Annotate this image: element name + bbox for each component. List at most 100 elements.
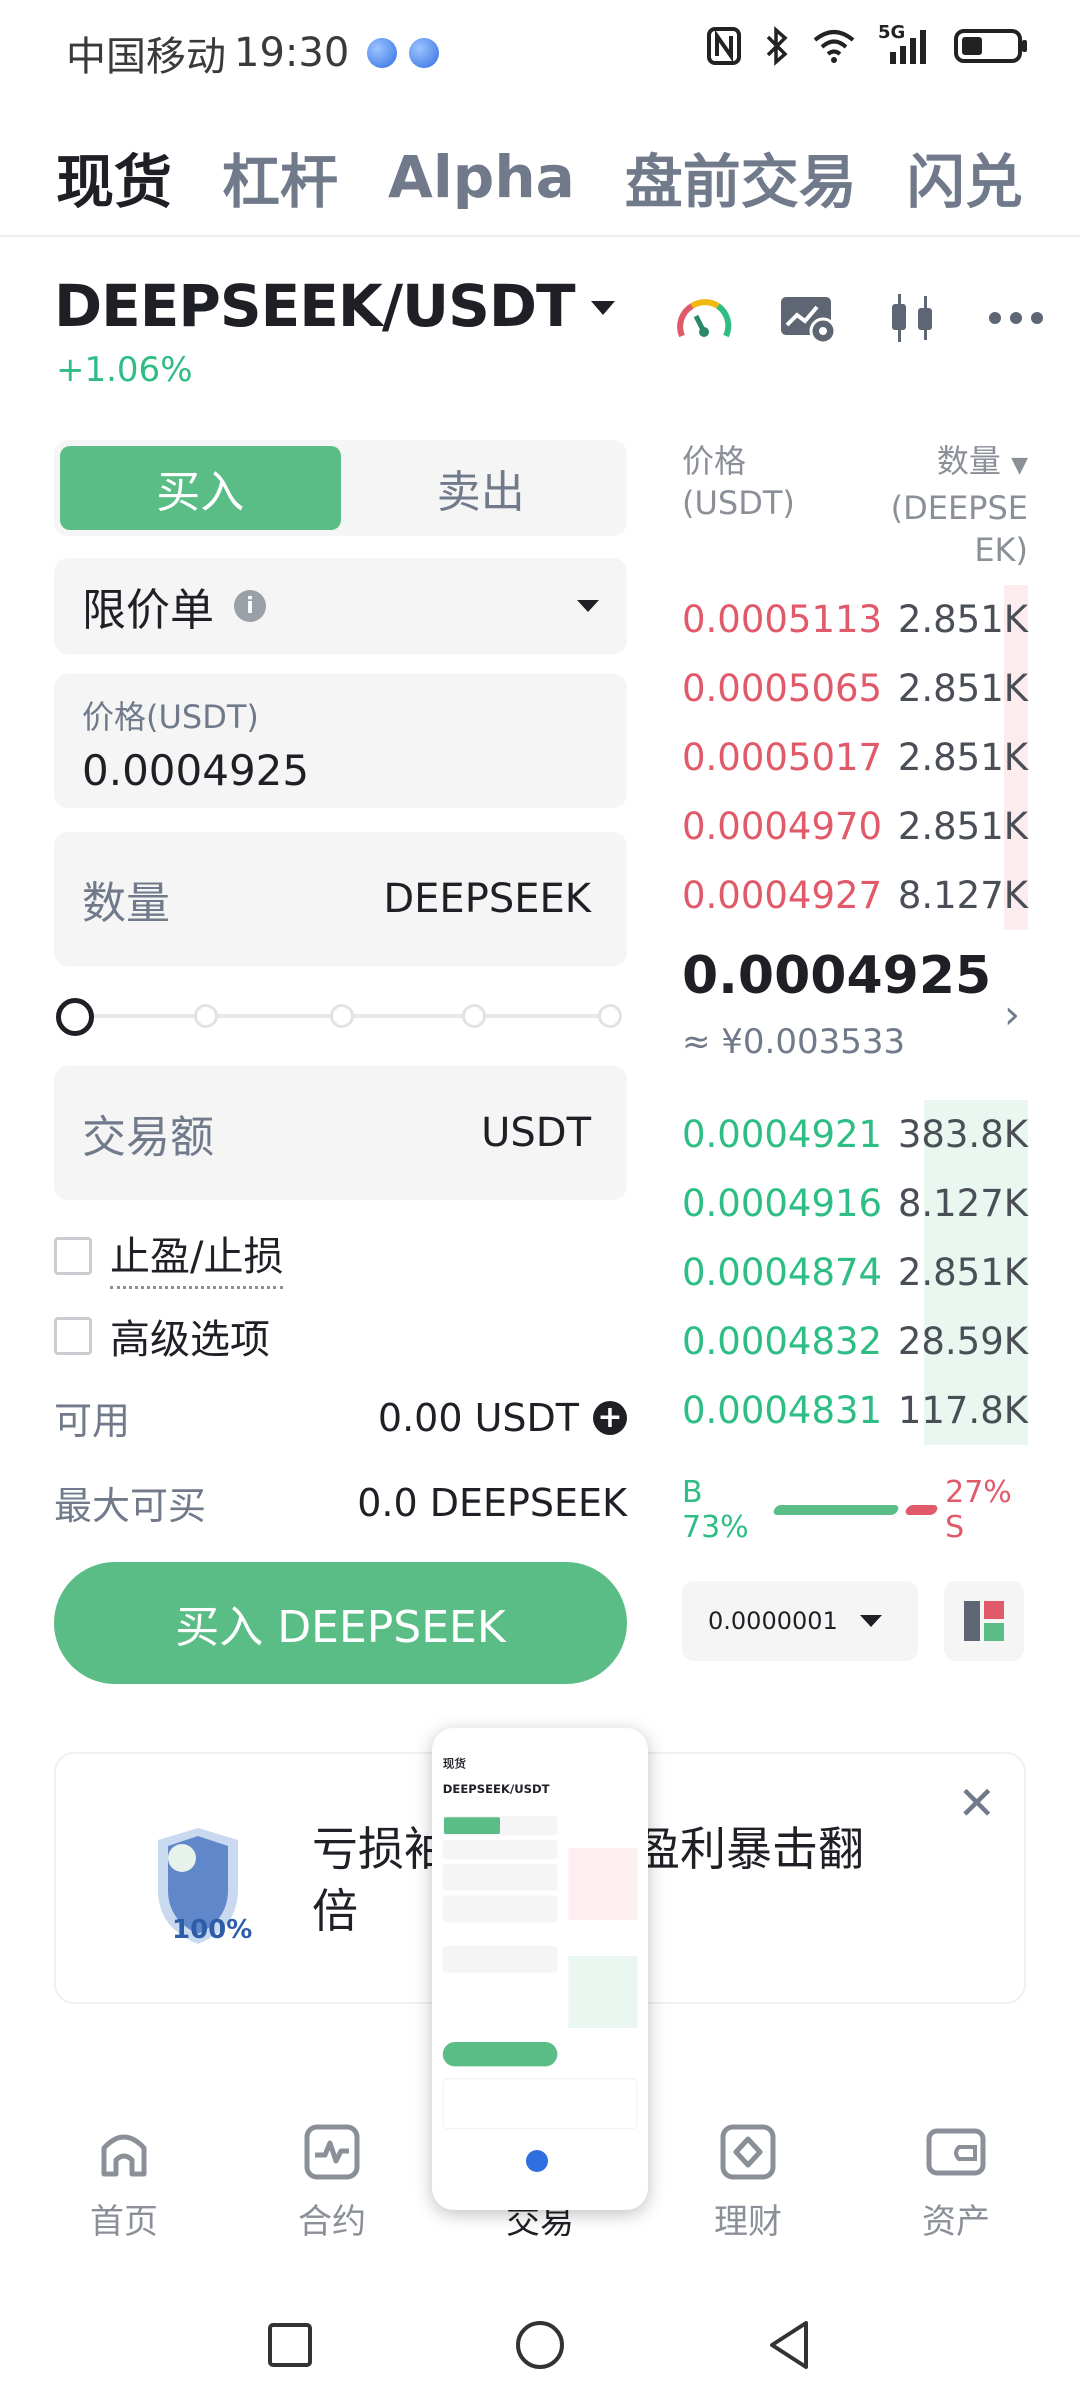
banner-text-left: 亏损袖 — [312, 1822, 450, 1876]
ask-row[interactable]: 0.0005065 2.851K — [682, 654, 1028, 723]
amount-unit: USDT — [481, 1110, 591, 1156]
add-funds-icon[interactable]: + — [593, 1400, 627, 1435]
gauge-icon[interactable] — [674, 288, 734, 348]
price-column-header: 价格 (USDT) — [682, 440, 795, 571]
ask-row[interactable]: 0.0005017 2.851K — [682, 723, 1028, 792]
tab-margin[interactable]: 杠杆 — [222, 135, 338, 219]
ask-list: 0.0005113 2.851K 0.0005065 2.851K 0.0005017 2… — [682, 585, 1028, 930]
preview-bids — [568, 1956, 638, 2028]
pair-symbol: DEEPSEEK/USDT — [54, 272, 576, 340]
nav-home[interactable]: 首页 — [44, 2120, 204, 2243]
preview-toggle — [442, 1816, 558, 1836]
last-price[interactable]: 0.0004925 ≈ ¥0.003533 › — [682, 930, 1028, 1100]
amount-field[interactable]: 交易额 USDT — [54, 1066, 627, 1200]
chevron-right-icon: › — [1004, 992, 1020, 1038]
advanced-label: 高级选项 — [110, 1317, 270, 1363]
preview-content: 现货 DEEPSEEK/USDT — [432, 1728, 648, 2208]
buy-tab[interactable]: 买入 — [60, 446, 341, 530]
price-input[interactable]: 0.0004925 — [82, 746, 599, 795]
qty-column-header[interactable]: 数量 ▼ (DEEPSE EK) — [891, 440, 1028, 571]
nav-futures-label: 合约 — [298, 2202, 366, 2242]
advanced-checkbox[interactable] — [54, 1317, 92, 1355]
preview-banner — [442, 2078, 638, 2129]
pair-selector[interactable]: DEEPSEEK/USDT — [54, 272, 615, 340]
order-form: 买入 卖出 限价单 i 价格(USDT) 0.0004925 数量 DEEPSE… — [54, 440, 627, 1684]
home-button-icon[interactable] — [514, 2319, 566, 2371]
buy-ratio: B 73% — [682, 1475, 749, 1545]
bid-row[interactable]: 0.0004874 2.851K — [682, 1238, 1028, 1307]
info-icon[interactable]: i — [234, 590, 266, 622]
preview-field-3 — [442, 1895, 558, 1923]
order-book-controls: 0.0000001 — [682, 1581, 1028, 1661]
floating-window-preview[interactable]: 现货 DEEPSEEK/USDT — [432, 1728, 648, 2210]
ask-quantity: 2.851K — [897, 667, 1028, 710]
bid-price: 0.0004874 — [682, 1251, 883, 1294]
chevron-down-icon — [860, 1615, 882, 1627]
signal-indicator: 5G — [878, 22, 932, 66]
preview-field-1 — [442, 1840, 558, 1860]
bid-row[interactable]: 0.0004916 8.127K — [682, 1169, 1028, 1238]
order-type-select[interactable]: 限价单 i — [54, 558, 627, 654]
back-icon[interactable] — [766, 2319, 814, 2371]
bid-row[interactable]: 0.0004921 383.8K — [682, 1100, 1028, 1169]
max-buy-label: 最大可买 — [54, 1484, 207, 1528]
buy-submit-button[interactable]: 买入 DEEPSEEK — [54, 1562, 627, 1684]
slider-handle[interactable] — [56, 998, 94, 1036]
preview-tab: 现货 — [442, 1756, 467, 1771]
slider-step-50[interactable] — [330, 1004, 354, 1028]
nav-home-label: 首页 — [90, 2202, 158, 2242]
slider-step-100[interactable] — [598, 1004, 622, 1028]
quantity-unit: DEEPSEEK — [383, 876, 591, 922]
slider-step-25[interactable] — [194, 1004, 218, 1028]
available-row: 可用 0.00 USDT + — [54, 1390, 627, 1445]
chart-settings-icon[interactable] — [778, 288, 838, 348]
bid-quantity: 117.8K — [897, 1389, 1028, 1432]
carrier-label: 中国移动 — [66, 34, 226, 80]
bid-row[interactable]: 0.0004832 28.59K — [682, 1307, 1028, 1376]
amount-slider[interactable] — [54, 966, 627, 1066]
status-right: 5G — [706, 22, 1030, 66]
available-label: 可用 — [54, 1399, 131, 1443]
ask-quantity: 8.127K — [897, 874, 1028, 917]
bid-row[interactable]: 0.0004831 117.8K — [682, 1376, 1028, 1445]
close-icon[interactable]: ✕ — [957, 1776, 996, 1830]
buy-sell-toggle: 买入 卖出 — [54, 440, 627, 536]
tab-spot[interactable]: 现货 — [56, 135, 172, 219]
sell-ratio: 27% S — [945, 1475, 1012, 1545]
nav-earn[interactable]: 理财 — [668, 2120, 828, 2243]
ask-quantity: 2.851K — [897, 736, 1028, 779]
tab-convert[interactable]: 闪兑 — [907, 135, 1023, 219]
sell-tab[interactable]: 卖出 — [341, 446, 622, 530]
nav-assets-label: 资产 — [922, 2202, 990, 2242]
precision-select[interactable]: 0.0000001 — [682, 1581, 918, 1661]
tab-alpha[interactable]: Alpha — [388, 143, 575, 211]
quantity-field[interactable]: 数量 DEEPSEEK — [54, 832, 627, 966]
more-icon[interactable] — [986, 288, 1046, 348]
ask-row[interactable]: 0.0004927 8.127K — [682, 861, 1028, 930]
preview-buy-button — [442, 2042, 558, 2067]
ask-price: 0.0004970 — [682, 805, 883, 848]
price-field[interactable]: 价格(USDT) 0.0004925 — [54, 674, 627, 808]
tp-sl-checkbox[interactable] — [54, 1237, 92, 1275]
app-notification-icon-2 — [409, 38, 440, 68]
advanced-option[interactable]: 高级选项 — [54, 1308, 627, 1364]
bid-quantity: 8.127K — [897, 1182, 1028, 1225]
candlestick-icon[interactable] — [882, 288, 942, 348]
app-notification-icon — [367, 38, 398, 68]
futures-icon — [300, 2120, 364, 2184]
slider-step-75[interactable] — [462, 1004, 486, 1028]
ask-price: 0.0005065 — [682, 667, 883, 710]
order-type-label: 限价单 — [82, 585, 214, 636]
nav-assets[interactable]: 资产 — [876, 2120, 1036, 2243]
ask-row[interactable]: 0.0005113 2.851K — [682, 585, 1028, 654]
nav-futures[interactable]: 合约 — [252, 2120, 412, 2243]
battery-icon — [954, 29, 1027, 63]
tab-premarket[interactable]: 盘前交易 — [625, 135, 857, 219]
bid-price: 0.0004832 — [682, 1320, 883, 1363]
layout-toggle-button[interactable] — [944, 1581, 1024, 1661]
tp-sl-option[interactable]: 止盈/止损 — [54, 1228, 627, 1289]
recents-icon[interactable] — [266, 2321, 314, 2369]
shield-badge-icon: 100% — [158, 1828, 252, 1945]
ask-row[interactable]: 0.0004970 2.851K — [682, 792, 1028, 861]
clock: 19:30 — [234, 30, 350, 76]
